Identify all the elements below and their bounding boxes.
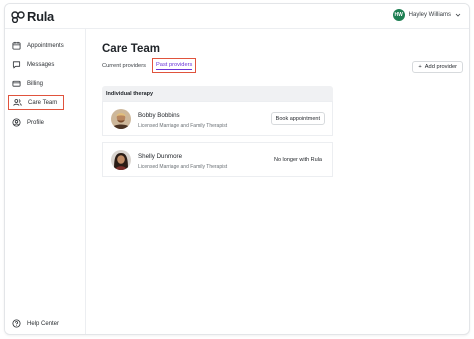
sidebar-item-label: Help Center	[27, 320, 60, 327]
sidebar-item-help-center[interactable]: Help Center	[8, 316, 64, 331]
message-icon	[12, 61, 21, 69]
sidebar-item-label: Messages	[27, 61, 55, 68]
card-icon	[12, 80, 21, 87]
tab-past-providers[interactable]: Past providers	[152, 58, 197, 73]
provider-name: Bobby Bobbins	[138, 112, 180, 119]
sidebar-item-label: Appointments	[27, 42, 64, 49]
provider-status: No longer with Rula	[274, 157, 322, 163]
page-title: Care Team	[102, 43, 160, 55]
help-icon	[12, 319, 21, 328]
people-icon	[13, 99, 22, 106]
provider-photo	[111, 109, 131, 129]
sidebar-item-messages[interactable]: Messages	[8, 57, 64, 72]
sidebar-item-appointments[interactable]: Appointments	[8, 38, 64, 53]
provider-role: Licensed Marriage and Family Therapist	[138, 164, 228, 170]
profile-icon	[12, 118, 21, 127]
rula-logo-icon	[11, 10, 25, 23]
sidebar-item-profile[interactable]: Profile	[8, 115, 64, 130]
provider-role: Licensed Marriage and Family Therapist	[138, 123, 228, 129]
sidebar-item-label: Billing	[27, 80, 44, 87]
chevron-down-icon	[455, 13, 461, 17]
app-window: Rula HW Hayley Williams Appointments Mes	[4, 3, 470, 335]
provider-photo	[111, 150, 131, 170]
provider-card: Shelly Dunmore Licensed Marriage and Fam…	[102, 142, 333, 177]
provider-card: Bobby Bobbins Licensed Marriage and Fami…	[102, 101, 333, 136]
section-header: Individual therapy	[102, 86, 333, 101]
plus-icon: +	[418, 64, 422, 70]
brand-logo[interactable]: Rula	[11, 9, 54, 24]
sidebar-item-label: Care Team	[28, 99, 58, 106]
add-provider-button[interactable]: + Add provider	[412, 61, 463, 73]
user-name: Hayley Williams	[408, 12, 451, 18]
tab-current-providers[interactable]: Current providers	[102, 61, 146, 71]
calendar-icon	[12, 41, 21, 50]
brand-name: Rula	[27, 9, 54, 24]
tab-label: Past providers	[156, 62, 193, 68]
sidebar-item-care-team[interactable]: Care Team	[8, 95, 64, 110]
top-bar: Rula HW Hayley Williams	[5, 4, 469, 29]
sidebar: Appointments Messages Billing Care Team	[5, 29, 86, 334]
add-provider-label: Add provider	[424, 64, 457, 70]
user-avatar: HW	[392, 9, 405, 21]
sidebar-item-label: Profile	[27, 119, 45, 126]
sidebar-item-billing[interactable]: Billing	[8, 76, 64, 91]
user-menu[interactable]: HW Hayley Williams	[392, 9, 461, 21]
book-appointment-button[interactable]: Book appointment	[270, 112, 325, 125]
main-content: Care Team Current providers Past provide…	[86, 29, 469, 334]
provider-name: Shelly Dunmore	[138, 153, 183, 160]
tab-active-indicator	[156, 69, 193, 70]
